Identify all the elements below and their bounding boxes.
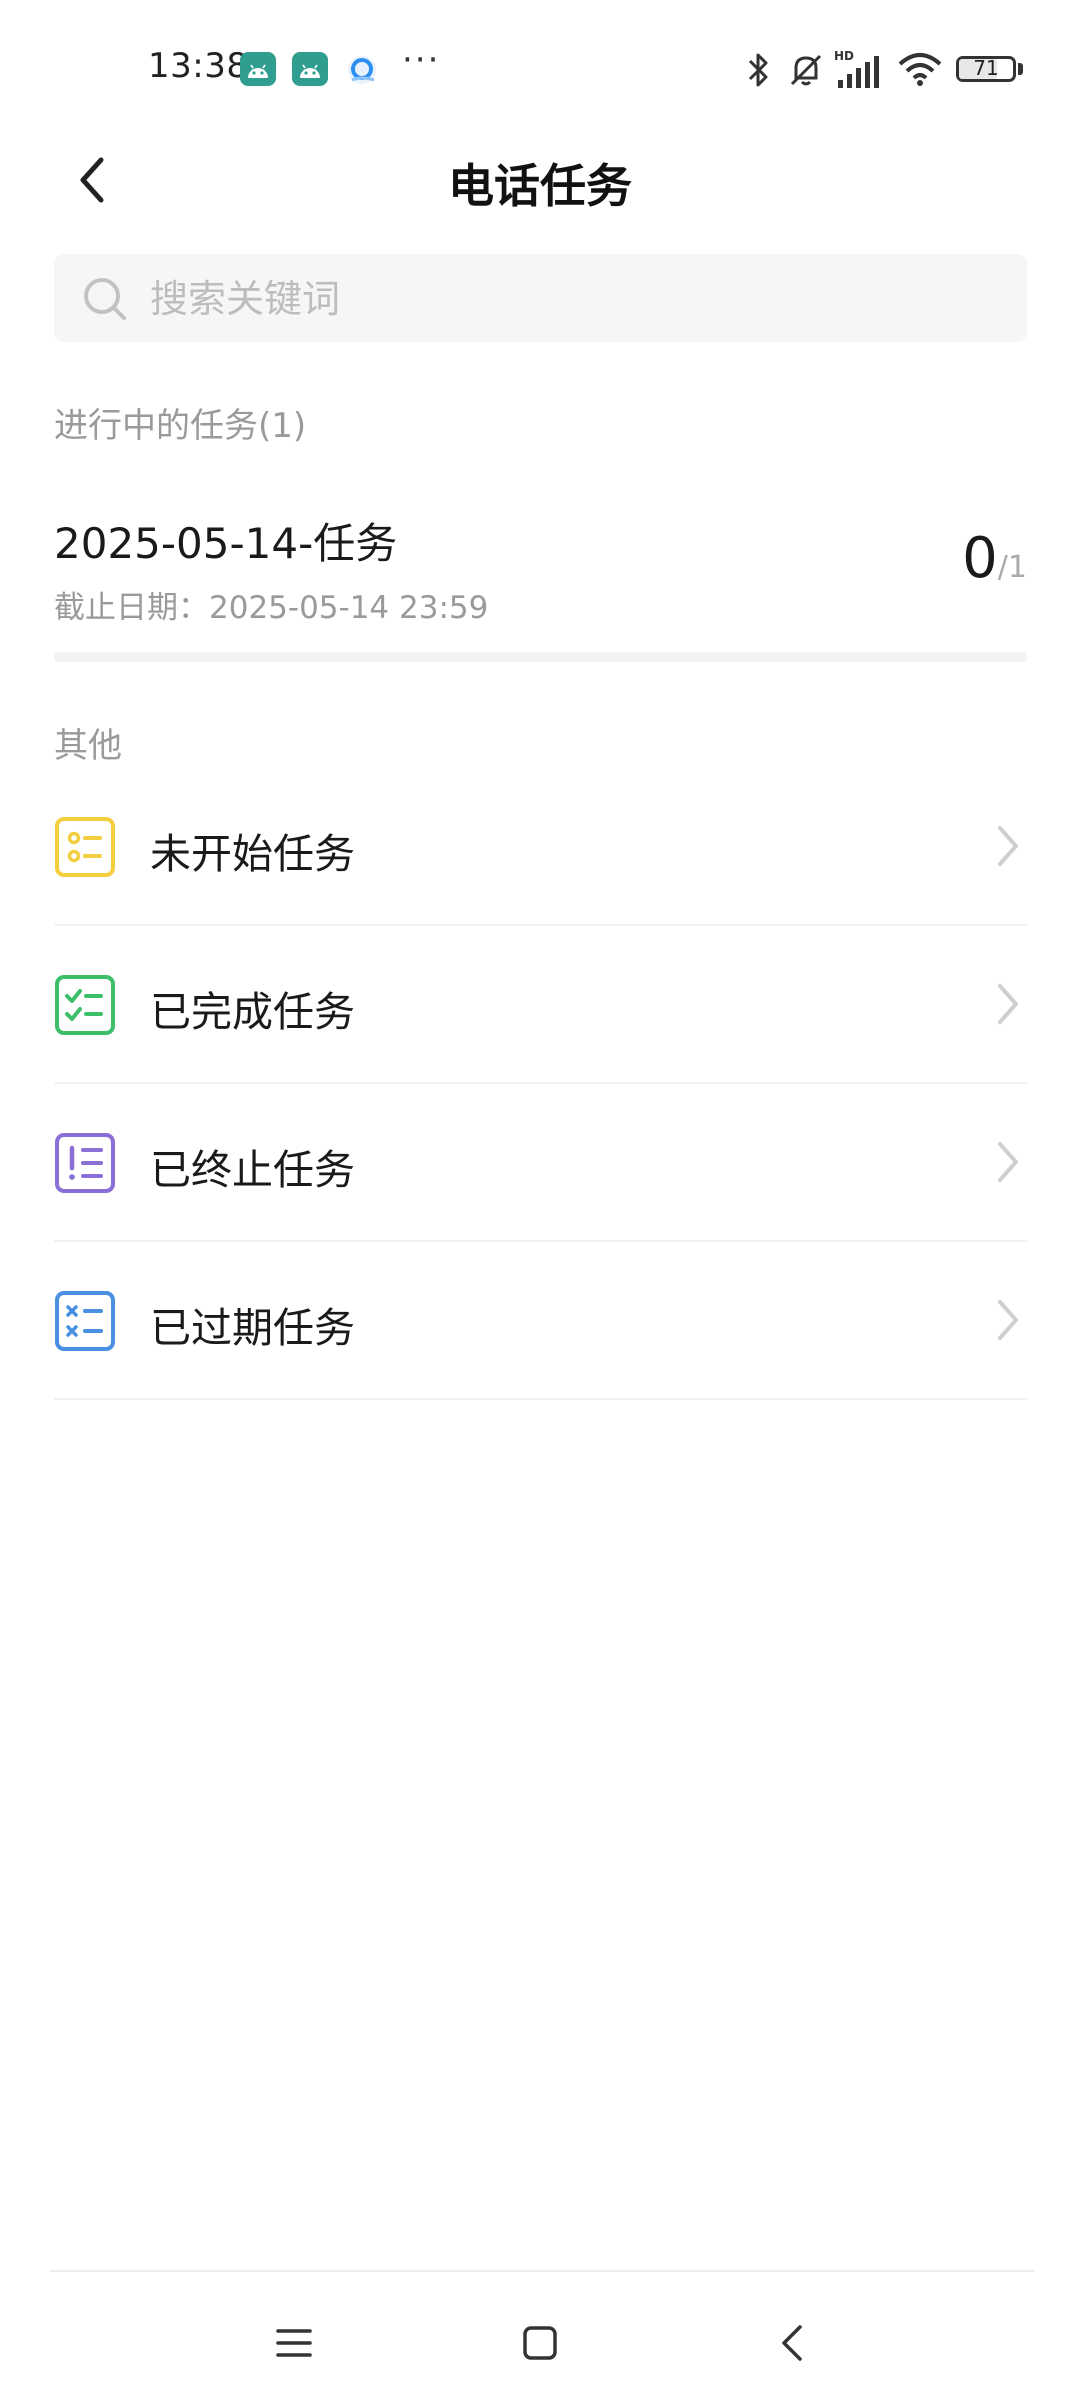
list-terminated-icon [55,1133,115,1193]
list-item-completed[interactable]: 已完成任务 [54,926,1027,1084]
menu-icon [276,2329,312,2357]
list-item-label: 已终止任务 [150,1146,355,1194]
navigation-bar [0,2272,1080,2400]
section-divider [54,652,1027,662]
battery-cap [1018,63,1023,75]
list-expired-icon [55,1291,115,1351]
signal-icon: HD [834,48,886,94]
search-icon [84,278,126,320]
list-checked-icon [55,975,115,1035]
battery-icon: 71 [956,56,1016,82]
home-button[interactable] [500,2308,580,2378]
task-done-count: 0 [962,526,998,591]
browser-icon [344,52,380,92]
wifi-icon [896,50,944,92]
svg-text:HD: HD [834,49,854,63]
chevron-right-icon [998,984,1018,1024]
list-item-label: 已完成任务 [150,988,355,1036]
menu-button[interactable] [254,2308,334,2378]
task-name: 2025-05-14-任务 [54,519,398,568]
task-deadline: 截止日期：2025-05-14 23:59 [54,590,489,626]
list-item-not-started[interactable]: 未开始任务 [54,768,1027,926]
task-progress: 0/1 [962,526,1027,591]
android-icon [240,52,276,86]
other-section-title: 其他 [54,726,122,766]
back-icon [782,2325,802,2361]
android-icon [292,52,328,86]
header: 电话任务 [0,140,1080,220]
list-pending-icon [55,817,115,877]
more-notifications: ··· [402,40,441,80]
search-input[interactable] [148,254,1002,344]
status-time: 13:38 [148,46,249,86]
list-item-label: 未开始任务 [150,830,355,878]
chevron-right-icon [998,1300,1018,1340]
row-divider [54,1398,1027,1400]
list-item-expired[interactable]: 已过期任务 [54,1242,1027,1400]
chevron-right-icon [998,826,1018,866]
system-back-button[interactable] [752,2308,832,2378]
battery-percent: 71 [973,56,999,80]
search-box[interactable] [54,254,1027,344]
home-square-icon [523,2326,557,2360]
mute-icon [786,50,826,94]
list-item-terminated[interactable]: 已终止任务 [54,1084,1027,1242]
task-total-count: /1 [997,550,1027,585]
task-card[interactable]: 2025-05-14-任务 截止日期：2025-05-14 23:59 0/1 [54,496,1027,646]
bluetooth-icon [746,50,772,94]
chevron-right-icon [998,1142,1018,1182]
status-bar: 13:38 ··· HD 71 [0,0,1080,140]
page-title: 电话任务 [448,159,632,213]
list-item-label: 已过期任务 [150,1304,355,1352]
ongoing-section-title: 进行中的任务(1) [54,406,307,446]
